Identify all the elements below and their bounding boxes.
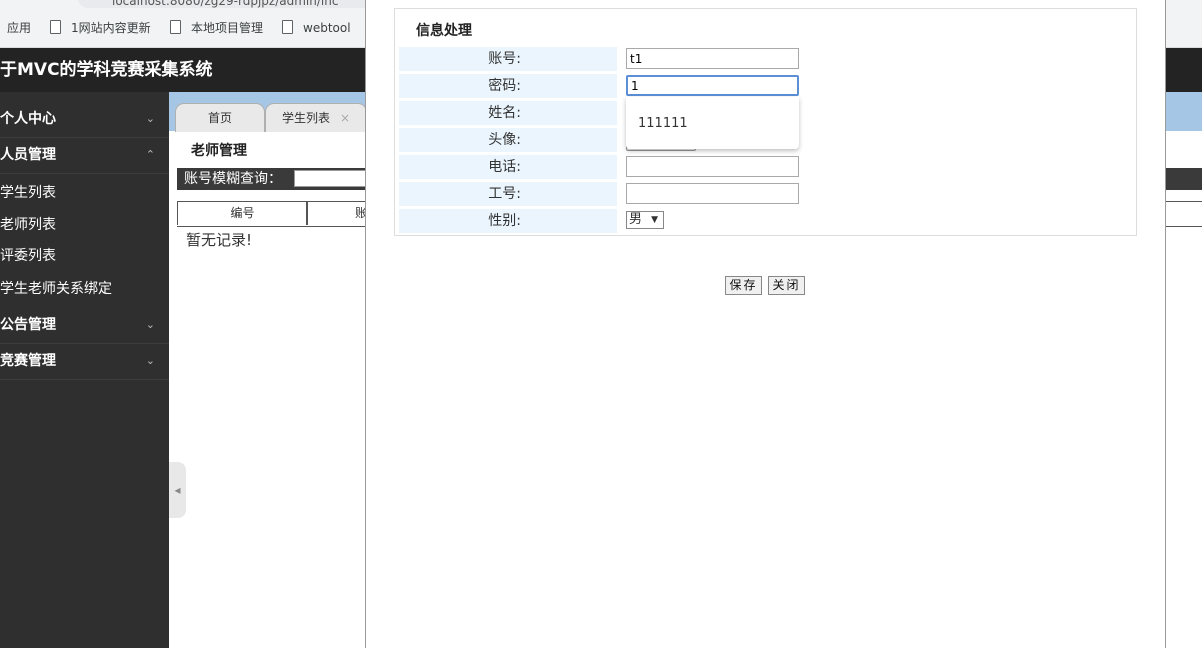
column-header-id: 编号 xyxy=(177,201,308,225)
address-bar-url: localhost:8080/zg29-rdpjpz/admin/inc xyxy=(112,0,339,8)
close-icon[interactable]: × xyxy=(340,111,350,125)
sidebar-item-judge-list[interactable]: 评委列表 xyxy=(0,240,169,272)
autocomplete-suggestion[interactable]: 111111 xyxy=(638,116,688,131)
tab-home[interactable]: 首页 xyxy=(175,103,265,132)
bookmark-webtool[interactable]: webtool xyxy=(282,10,351,47)
avatar-label: 头像: xyxy=(488,132,521,148)
name-label: 姓名: xyxy=(488,105,521,121)
employee-id-label: 工号: xyxy=(488,186,521,202)
menu-group-personal-center[interactable]: 个人中心 ⌄ xyxy=(0,101,169,138)
menu-group-label: 公告管理 xyxy=(0,317,56,333)
page-icon xyxy=(50,20,61,34)
sidebar-item-teacher-list[interactable]: 老师列表 xyxy=(0,209,169,241)
bookmark-label: webtool xyxy=(303,21,351,35)
bookmark-label: 1网站内容更新 xyxy=(71,21,151,35)
menu-group-competitions[interactable]: 竞赛管理 ⌄ xyxy=(0,343,169,380)
bookmark-apps-label: 应用 xyxy=(7,21,32,35)
tab-label: 首页 xyxy=(207,111,232,125)
search-input[interactable] xyxy=(294,170,368,187)
menu-group-label: 竞赛管理 xyxy=(0,353,56,369)
menu-group-personnel[interactable]: 人员管理 ⌃ xyxy=(0,137,169,174)
menu-group-announcements[interactable]: 公告管理 ⌄ xyxy=(0,307,169,344)
gender-label: 性别: xyxy=(488,213,521,229)
phone-field[interactable] xyxy=(626,156,799,177)
employee-id-field[interactable] xyxy=(626,183,799,204)
sidebar-item-student-list[interactable]: 学生列表 xyxy=(0,177,169,209)
empty-message: 暂无记录! xyxy=(186,231,253,249)
chevron-left-icon: ◂ xyxy=(174,483,181,497)
dropdown-arrow-icon: ▼ xyxy=(651,215,658,225)
bookmark-label: 本地项目管理 xyxy=(191,21,264,35)
gender-select[interactable]: 男 ▼ xyxy=(626,211,664,229)
bookmark-apps[interactable]: 应用 xyxy=(7,10,31,47)
column-header-account: 账 xyxy=(306,201,367,225)
page-icon xyxy=(170,20,181,34)
password-label: 密码: xyxy=(488,78,521,94)
tab-student-list[interactable]: 学生列表 × xyxy=(265,103,367,132)
save-button[interactable]: 保存 xyxy=(725,276,762,295)
bookmark-site-update[interactable]: 1网站内容更新 xyxy=(50,10,151,47)
page-title: 老师管理 xyxy=(191,143,247,159)
sidebar-item-student-teacher-binding[interactable]: 学生老师关系绑定 xyxy=(0,273,169,305)
page-icon xyxy=(282,20,293,34)
chevron-down-icon: ⌄ xyxy=(145,112,155,125)
bookmark-local-projects[interactable]: 本地项目管理 xyxy=(170,10,263,47)
gender-select-value: 男 xyxy=(629,212,643,227)
phone-label: 电话: xyxy=(488,159,521,175)
close-button[interactable]: 关闭 xyxy=(768,276,805,295)
password-field[interactable] xyxy=(626,75,799,96)
menu-group-label: 个人中心 xyxy=(0,111,56,127)
chevron-down-icon: ⌄ xyxy=(145,318,155,331)
tab-label: 学生列表 xyxy=(281,111,330,125)
account-label: 账号: xyxy=(488,51,521,67)
chevron-down-icon: ⌄ xyxy=(145,354,155,367)
menu-group-label: 人员管理 xyxy=(0,147,56,163)
sidebar-collapse-handle[interactable]: ◂ xyxy=(169,462,186,518)
chevron-up-icon: ⌃ xyxy=(145,148,155,161)
form-title: 信息处理 xyxy=(416,23,472,39)
account-field[interactable] xyxy=(626,48,799,69)
app-title: 于MVC的学科竞赛采集系统 xyxy=(0,60,213,80)
search-label: 账号模糊查询： xyxy=(184,171,282,187)
